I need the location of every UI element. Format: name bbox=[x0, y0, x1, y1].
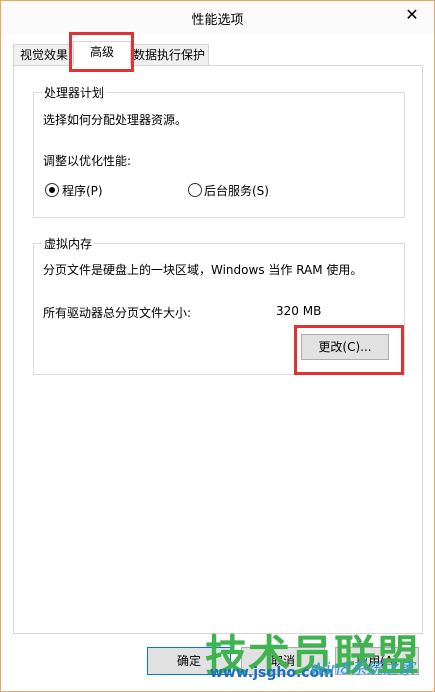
adjust-for-label: 调整以优化性能: bbox=[43, 154, 132, 168]
background-services-radio-label[interactable]: 后台服务(S) bbox=[204, 182, 269, 199]
title-bar: 性能选项 ✕ bbox=[1, 1, 434, 34]
watermark-logo-text: Win8系统之家 bbox=[310, 659, 415, 678]
paging-file-total-value: 320 MB bbox=[276, 304, 322, 318]
background-services-radio[interactable] bbox=[188, 183, 202, 197]
virtual-memory-description: 分页文件是硬盘上的一块区域，Windows 当作 RAM 使用。 bbox=[43, 263, 363, 277]
tab-visual-effects[interactable]: 视觉效果 bbox=[13, 44, 75, 65]
tab-advanced[interactable]: 高级 bbox=[73, 41, 131, 66]
tab-data-execution-prevention[interactable]: 数据执行保护 bbox=[129, 44, 209, 65]
processor-group-label: 处理器计划 bbox=[42, 84, 107, 101]
change-button[interactable]: 更改(C)... bbox=[301, 334, 389, 360]
programs-radio[interactable] bbox=[45, 183, 59, 197]
tab-strip: 视觉效果 高级 数据执行保护 bbox=[13, 41, 423, 66]
close-icon[interactable]: ✕ bbox=[400, 5, 424, 25]
paging-file-total-label: 所有驱动器总分页文件大小: bbox=[43, 306, 192, 320]
programs-radio-label[interactable]: 程序(P) bbox=[62, 182, 103, 199]
window-title: 性能选项 bbox=[191, 13, 244, 28]
virtual-memory-group-label: 虚拟内存 bbox=[42, 235, 95, 252]
performance-options-window: 性能选项 ✕ 视觉效果 高级 数据执行保护 处理器计划 选择如何分配处理器资源。… bbox=[0, 0, 435, 692]
processor-description: 选择如何分配处理器资源。 bbox=[43, 113, 188, 127]
